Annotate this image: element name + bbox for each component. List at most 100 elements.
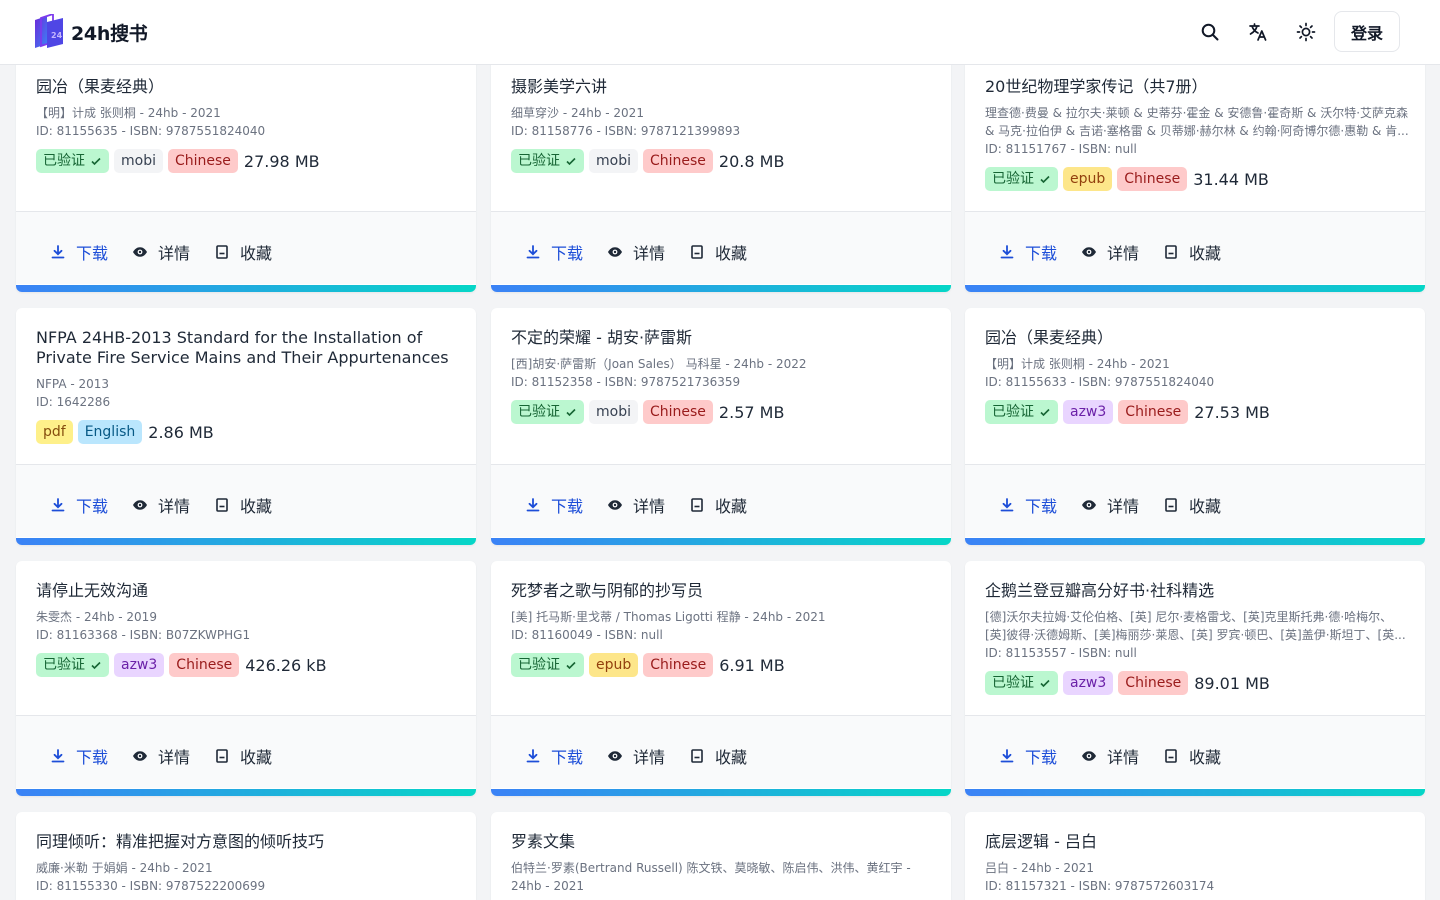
- favorite-button[interactable]: 收藏: [689, 493, 747, 517]
- download-button[interactable]: 下载: [999, 493, 1057, 517]
- eye-icon: [608, 751, 623, 761]
- card-actions: 下载 详情 收藏: [16, 211, 476, 284]
- card-actions: 下载 详情 收藏: [491, 715, 951, 788]
- book-title[interactable]: 企鹅兰登豆瓣高分好书·社科精选: [985, 581, 1405, 601]
- site-logo[interactable]: 24 24h搜书: [33, 14, 148, 50]
- details-button[interactable]: 详情: [1081, 493, 1139, 517]
- book-card[interactable]: 摄影美学六讲 细草穿沙 - 24hb - 2021 ID: 81158776 -…: [491, 40, 951, 292]
- book-id: ID: 81155635 - ISBN: 9787551824040: [36, 124, 266, 138]
- check-icon: [566, 408, 576, 417]
- download-button[interactable]: 下载: [525, 493, 583, 517]
- book-card[interactable]: 底层逻辑 - 吕白 吕白 - 24hb - 2021 ID: 81157321 …: [965, 812, 1425, 900]
- download-button[interactable]: 下载: [999, 744, 1057, 768]
- details-button[interactable]: 详情: [607, 240, 665, 264]
- book-author: [西]胡安·萨雷斯（Joan Sales） 马科星 - 24hb - 2022: [511, 357, 807, 371]
- language-badge: Chinese: [643, 653, 714, 677]
- download-button[interactable]: 下载: [50, 493, 108, 517]
- top-header: 24 24h搜书 登录: [0, 0, 1440, 65]
- book-tags: 已验证 mobi Chinese 2.57 MB: [511, 400, 784, 424]
- book-title[interactable]: 请停止无效沟通: [36, 581, 456, 601]
- language-badge: Chinese: [169, 653, 240, 677]
- details-button[interactable]: 详情: [132, 240, 190, 264]
- book-title[interactable]: 20世纪物理学家传记（共7册）: [985, 77, 1405, 97]
- eye-icon: [1082, 751, 1097, 761]
- download-button[interactable]: 下载: [50, 240, 108, 264]
- bookmark-icon: [691, 749, 703, 763]
- favorite-button[interactable]: 收藏: [1163, 744, 1221, 768]
- format-badge: mobi: [589, 400, 638, 424]
- language-badge: Chinese: [1117, 167, 1188, 191]
- book-author: 理查德·费曼 & 拉尔夫·莱顿 & 史蒂芬·霍金 & 安德鲁·霍奇斯 & 沃尔特…: [985, 106, 1409, 138]
- login-button[interactable]: 登录: [1334, 11, 1400, 52]
- favorite-button[interactable]: 收藏: [214, 240, 272, 264]
- file-size: 2.57 MB: [718, 402, 785, 422]
- book-title[interactable]: 同理倾听：精准把握对方意图的倾听技巧: [36, 832, 456, 852]
- book-card[interactable]: 不定的荣耀 - 胡安·萨雷斯 [西]胡安·萨雷斯（Joan Sales） 马科星…: [491, 308, 951, 545]
- book-title[interactable]: 底层逻辑 - 吕白: [985, 832, 1405, 852]
- check-icon: [91, 157, 101, 166]
- book-title[interactable]: 罗素文集: [511, 832, 931, 852]
- search-button[interactable]: [1198, 20, 1222, 44]
- download-button[interactable]: 下载: [999, 240, 1057, 264]
- download-button[interactable]: 下载: [50, 744, 108, 768]
- book-card[interactable]: 园冶（果麦经典） 【明】计成 张则桐 - 24hb - 2021 ID: 811…: [965, 308, 1425, 545]
- book-id: ID: 81155330 - ISBN: 9787522200699: [36, 879, 266, 893]
- book-title[interactable]: 摄影美学六讲: [511, 77, 931, 97]
- book-card[interactable]: NFPA 24HB-2013 Standard for the Installa…: [16, 308, 476, 545]
- book-tags: 已验证 azw3 Chinese 426.26 kB: [36, 653, 327, 677]
- language-badge: Chinese: [1118, 671, 1189, 695]
- download-icon: [526, 749, 540, 763]
- book-card[interactable]: 20世纪物理学家传记（共7册） 理查德·费曼 & 拉尔夫·莱顿 & 史蒂芬·霍金…: [965, 40, 1425, 292]
- details-button[interactable]: 详情: [607, 493, 665, 517]
- book-id: ID: 81163368 - ISBN: B07ZKWPHG1: [36, 628, 251, 642]
- card-accent-bar: [965, 285, 1425, 292]
- book-id: ID: 81160049 - ISBN: null: [511, 628, 663, 642]
- details-button[interactable]: 详情: [132, 493, 190, 517]
- format-badge: azw3: [114, 653, 165, 677]
- download-button[interactable]: 下载: [525, 240, 583, 264]
- language-button[interactable]: [1246, 20, 1270, 44]
- download-icon: [526, 498, 540, 512]
- book-card[interactable]: 死梦者之歌与阴郁的抄写员 [美] 托马斯·里戈蒂 / Thomas Ligott…: [491, 561, 951, 796]
- favorite-button[interactable]: 收藏: [214, 493, 272, 517]
- card-accent-bar: [491, 285, 951, 292]
- book-id: ID: 81158776 - ISBN: 9787121399893: [511, 124, 741, 138]
- check-icon: [91, 661, 101, 670]
- card-actions: 下载 详情 收藏: [491, 464, 951, 537]
- book-card[interactable]: 罗素文集 伯特兰·罗素(Bertrand Russell) 陈文铁、莫晓敏、陈启…: [491, 812, 951, 900]
- file-size: 426.26 kB: [245, 655, 327, 675]
- bookmark-icon: [216, 245, 228, 259]
- book-card[interactable]: 园冶（果麦经典） 【明】计成 张则桐 - 24hb - 2021 ID: 811…: [16, 40, 476, 292]
- book-title[interactable]: 园冶（果麦经典）: [985, 328, 1405, 348]
- details-button[interactable]: 详情: [1081, 744, 1139, 768]
- book-author: 细草穿沙 - 24hb - 2021: [511, 106, 644, 120]
- favorite-button[interactable]: 收藏: [689, 744, 747, 768]
- favorite-button[interactable]: 收藏: [1163, 493, 1221, 517]
- download-button[interactable]: 下载: [525, 744, 583, 768]
- check-icon: [1040, 175, 1050, 184]
- format-badge: epub: [1063, 167, 1113, 191]
- bookmark-icon: [1165, 245, 1177, 259]
- card-accent-bar: [16, 789, 476, 796]
- theme-toggle-button[interactable]: [1294, 20, 1318, 44]
- book-title[interactable]: 死梦者之歌与阴郁的抄写员: [511, 581, 931, 601]
- verified-badge: 已验证: [511, 653, 584, 677]
- favorite-button[interactable]: 收藏: [214, 744, 272, 768]
- book-id: ID: 81153557 - ISBN: null: [985, 646, 1137, 660]
- card-actions: 下载 详情 收藏: [965, 211, 1425, 284]
- book-title[interactable]: NFPA 24HB-2013 Standard for the Installa…: [36, 328, 456, 368]
- book-title[interactable]: 园冶（果麦经典）: [36, 77, 456, 97]
- verified-badge: 已验证: [985, 400, 1058, 424]
- details-button[interactable]: 详情: [1081, 240, 1139, 264]
- book-title[interactable]: 不定的荣耀 - 胡安·萨雷斯: [511, 328, 931, 348]
- download-icon: [1000, 245, 1014, 259]
- verified-badge: 已验证: [36, 149, 109, 173]
- favorite-button[interactable]: 收藏: [689, 240, 747, 264]
- details-button[interactable]: 详情: [132, 744, 190, 768]
- book-card[interactable]: 请停止无效沟通 朱雯杰 - 24hb - 2019 ID: 81163368 -…: [16, 561, 476, 796]
- bookmark-icon: [1165, 498, 1177, 512]
- favorite-button[interactable]: 收藏: [1163, 240, 1221, 264]
- book-card[interactable]: 企鹅兰登豆瓣高分好书·社科精选 [德]沃尔夫拉姆·艾伦伯格、[英] 尼尔·麦格雷…: [965, 561, 1425, 796]
- book-card[interactable]: 同理倾听：精准把握对方意图的倾听技巧 威廉·米勒 于娟娟 - 24hb - 20…: [16, 812, 476, 900]
- details-button[interactable]: 详情: [607, 744, 665, 768]
